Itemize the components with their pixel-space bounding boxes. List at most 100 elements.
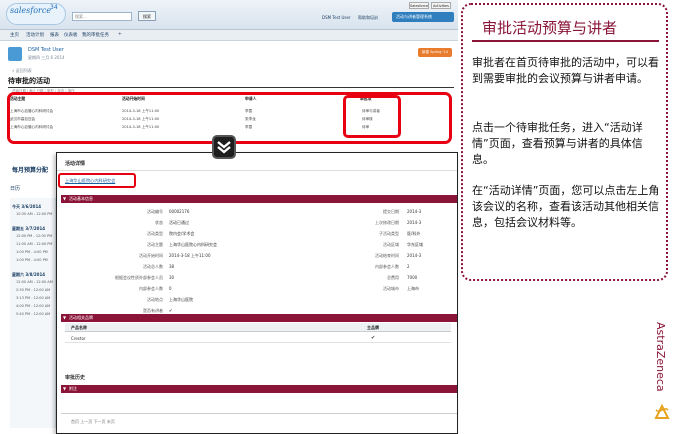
highlight-activity-link <box>58 173 136 188</box>
field-value: 30 <box>169 275 175 280</box>
callout-title: 审批活动预算与讲者 <box>482 19 618 37</box>
calendar-day: 今天 3/6/2014 <box>12 204 42 209</box>
title-underline <box>472 40 659 42</box>
field-label: 内部参会人数 <box>375 264 399 269</box>
callout-paragraph: 审批者在首页待审批的活动中，可以看到需要审批的会议预算与讲者申请。 <box>472 56 659 85</box>
highlight-approval-column <box>343 95 401 138</box>
field-value: ✔ <box>169 308 173 313</box>
collapse-icon[interactable]: ▼ <box>63 314 66 322</box>
field-label: 提交日期 <box>383 209 399 214</box>
section-related-brands[interactable]: ▼ 活动相关品牌 <box>61 314 457 322</box>
field-label: 状态 <box>155 220 163 225</box>
calendar-day: 星期五 3/7/2014 <box>12 226 46 231</box>
calendar-event[interactable]: 3:13 PM - 12:00 AM <box>16 296 50 300</box>
calendar-event[interactable]: 1:00 PM - 4:00 PM <box>16 250 48 254</box>
field-label: 上次修改日期 <box>375 220 399 225</box>
calendar-title: 日历 <box>10 186 21 192</box>
header-button-activities[interactable]: Activities <box>431 2 451 9</box>
field-value: 2014-3 <box>407 253 422 258</box>
detail-title: 活动详情 <box>65 161 86 167</box>
user-menu[interactable]: DSM Test User <box>322 15 351 20</box>
tab-my-approvals[interactable]: 我的审批任务 <box>82 32 109 38</box>
field-value: 2 <box>407 264 410 269</box>
field-value: 2014-3 <box>407 209 422 214</box>
section-label: 附注 <box>69 386 77 391</box>
app-menu[interactable]: 活动与讲者管理系统 <box>392 12 454 22</box>
field-label: 活动编号 <box>147 209 163 214</box>
profile-name[interactable]: DSM Test User <box>28 47 64 53</box>
field-value: 活动已通过 <box>169 220 189 225</box>
field-label: 活动主题 <box>147 242 163 247</box>
field-label: 总费用 <box>387 275 399 280</box>
tab-dashboards[interactable]: 仪表板 <box>64 32 78 38</box>
avatar[interactable] <box>8 47 22 61</box>
collapse-icon[interactable]: ▼ <box>63 195 66 203</box>
calendar-event[interactable]: 5:40 PM - 12:00 AM <box>16 312 50 316</box>
field-value: 上海华山医院心内科研究会 <box>169 242 217 247</box>
breadcrumb[interactable]: « 返回列表 <box>12 68 32 74</box>
tab-add[interactable]: + <box>118 32 122 37</box>
help-link[interactable]: 帮助和培训 <box>358 15 378 21</box>
calendar-event[interactable]: 12:00 AM - 12:00 AM <box>16 280 53 284</box>
column-header-product[interactable]: 产品名称 <box>71 325 87 331</box>
nav-tabs: 主页 活动计划 报表 仪表板 我的审批任务 + <box>0 30 458 41</box>
search-input[interactable]: 搜索... <box>72 12 132 21</box>
field-value: 院内会/学术会 <box>169 231 195 236</box>
divider <box>57 170 457 171</box>
field-label: 活动总人数 <box>143 264 163 269</box>
calendar-event[interactable]: 12:00 PM - 12:00 PM <box>16 234 52 238</box>
activity-detail-panel: 活动详情 上海华山医院心内科研究会 ▼ 活动基本信息 活动编号 00002176… <box>56 152 458 434</box>
field-label: 活动地点 <box>147 297 163 302</box>
calendar-event[interactable]: 1:00 PM - 4:00 PM <box>16 258 48 262</box>
approval-history-title: 审批历史 <box>65 375 86 381</box>
field-value: 上海华山医院 <box>169 297 193 302</box>
callout-paragraph: 在“活动详情”页面，您可以点击左上角该会议的名称，查看该活动其他相关信息，包括会… <box>472 184 660 229</box>
field-label: 活动结束时间 <box>375 253 399 258</box>
field-label: 活动类型 <box>147 231 163 236</box>
callout-paragraph: 点击一个待审批任务，进入“活动详情”页面，查看预算与讲者的具体信息。 <box>472 121 643 166</box>
divider <box>61 413 457 414</box>
calendar-event[interactable]: 10:30 AM - 12:00 PM <box>16 212 52 216</box>
calendar-list: 今天 3/6/2014 10:30 AM - 12:00 PM 星期五 3/7/… <box>10 198 56 428</box>
field-value: 2014-3 <box>407 220 422 225</box>
check-icon: ✔ <box>371 335 376 341</box>
profile-date: 星期四 三月 6 2014 <box>28 55 65 60</box>
section-label: 活动相关品牌 <box>69 315 93 320</box>
calendar-event[interactable]: 11:00 AM - 12:00 PM <box>16 242 52 246</box>
field-value: 上海市 <box>407 286 419 291</box>
section-divider <box>8 87 454 88</box>
pagination[interactable]: 首页 上一页 下一页 末页 <box>71 419 115 425</box>
field-label: 活动区域 <box>383 242 399 247</box>
search-button[interactable]: 搜索 <box>138 11 156 21</box>
calendar-event[interactable]: 4:00 PM - 12:00 AM <box>16 304 50 308</box>
field-label: 内部参会人数 <box>139 286 163 291</box>
new-button[interactable]: 新建 Spring '14 <box>418 48 452 57</box>
tab-reports[interactable]: 报表 <box>50 32 59 38</box>
field-value: 0 <box>169 286 172 291</box>
field-label: 活动城市 <box>383 286 399 291</box>
field-value: 华东区域 <box>407 242 423 247</box>
section-history[interactable]: ▼ 附注 <box>61 385 457 393</box>
chevron-down-icon[interactable] <box>212 135 236 159</box>
section-title: 待审批的活动 <box>8 77 50 85</box>
field-value: 38 <box>169 264 175 269</box>
column-header-main-brand[interactable]: 主品牌 <box>367 325 379 331</box>
field-value: 7000 <box>407 275 418 280</box>
calendar-event[interactable]: 2:30 PM - 12:00 AM <box>16 288 50 292</box>
product-table-header: 产品名称 主品牌 <box>65 323 451 332</box>
astrazeneca-logo: AstraZeneca <box>648 318 676 428</box>
tab-home[interactable]: 主页 <box>10 32 19 38</box>
tab-activity-plan[interactable]: 活动计划 <box>26 32 44 38</box>
brand-name: AstraZeneca <box>654 322 667 392</box>
logo-text: salesforce <box>10 6 52 15</box>
field-value: 00002176 <box>169 209 190 214</box>
section-basic-info[interactable]: ▼ 活动基本信息 <box>61 195 457 203</box>
header-button-salesforce[interactable]: Salesforce <box>409 2 429 9</box>
field-label: 活动开始时间 <box>139 253 163 258</box>
field-label: 根据会议性质外部参会人员 <box>115 275 163 280</box>
top-header <box>0 0 458 30</box>
product-name[interactable]: Crestor <box>71 336 86 341</box>
field-label: 子活动类型 <box>379 231 399 236</box>
table-row: Crestor ✔ <box>65 334 451 343</box>
collapse-icon[interactable]: ▼ <box>63 385 66 393</box>
